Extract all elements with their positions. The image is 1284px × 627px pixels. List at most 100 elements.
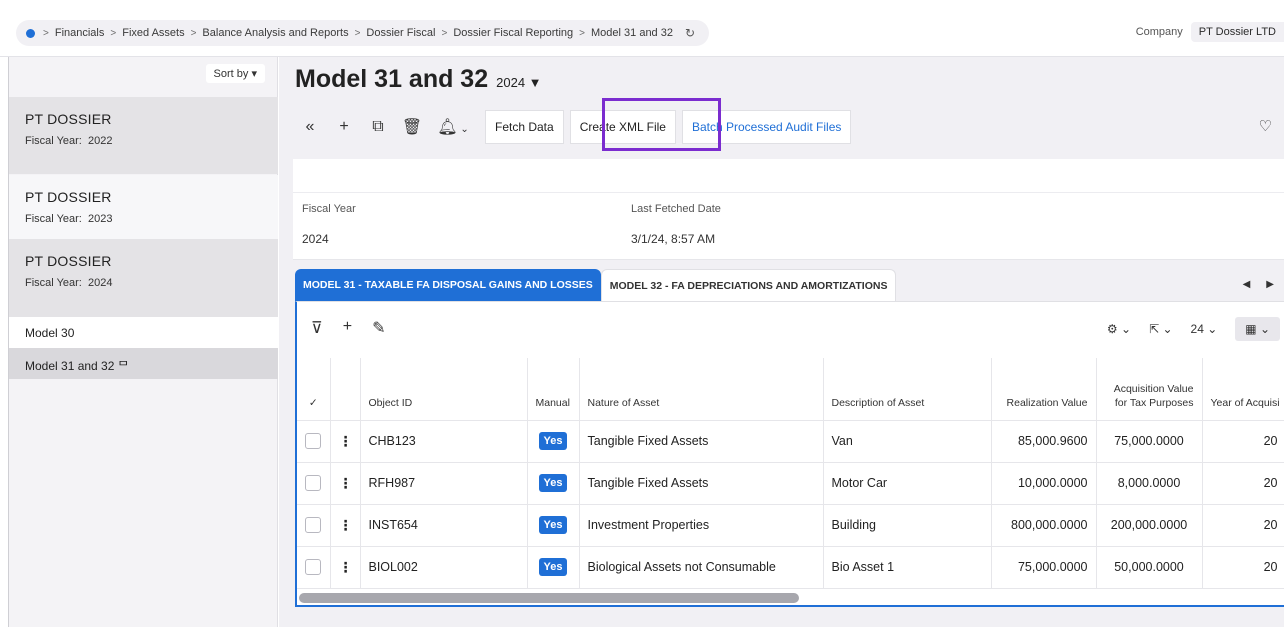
sort-by-button[interactable]: Sort by ▾ [205, 64, 265, 83]
assets-table: ✓ Object ID Manual Nature of Asset Descr… [297, 358, 1284, 589]
record-fiscal-year: Fiscal Year: 2023 [25, 213, 278, 225]
cell-manual: Yes [527, 420, 580, 463]
cell-manual: Yes [527, 546, 580, 589]
fetch-data-button[interactable]: Fetch Data [485, 110, 564, 144]
cell-acquisition: 75,000.0000 [1096, 420, 1203, 463]
row-checkbox[interactable] [297, 546, 331, 589]
table-row[interactable]: ⋮ BIOL002 Yes Biological Assets not Cons… [297, 546, 1284, 589]
column-header-year-of-acquisition[interactable]: Year of Acquisi [1202, 358, 1284, 421]
page-title: Model 31 and 32 2024 ▼ [295, 65, 542, 94]
data-grid: ⊽ + ✎ ⚙ ⌄ ⇱ ⌄ 24 ⌄ ▦ ⌄ ✓ Object ID Manua… [295, 301, 1284, 607]
settings-gear-icon[interactable]: ⚙ ⌄ [1107, 322, 1131, 336]
cell-description: Motor Car [823, 462, 992, 505]
cell-nature: Biological Assets not Consumable [579, 546, 824, 589]
breadcrumb-financials[interactable]: Financials [55, 27, 105, 39]
cell-realization: 85,000.9600 [991, 420, 1097, 463]
duplicate-icon[interactable]: ⧉ [363, 118, 393, 136]
add-row-icon[interactable]: + [343, 318, 352, 338]
checkbox[interactable] [305, 475, 322, 491]
record-name: PT DOSSIER [25, 253, 112, 269]
fiscal-year-value: 2022 [88, 135, 113, 147]
export-icon[interactable]: ⇱ ⌄ [1149, 322, 1172, 336]
add-icon[interactable]: + [329, 118, 359, 136]
column-header-manual[interactable]: Manual [527, 358, 580, 421]
sidebar-record-2022[interactable]: PT DOSSIER Fiscal Year: 2022 [9, 97, 278, 174]
favorite-heart-icon[interactable]: ♡ [1259, 117, 1272, 135]
table-view-icon[interactable]: ▦ ⌄ [1235, 317, 1280, 341]
row-checkbox[interactable] [297, 462, 331, 505]
breadcrumb: > Financials > Fixed Assets > Balance An… [16, 20, 710, 46]
company-selector: Company PT Dossier LTD [1136, 22, 1284, 42]
page-size-selector[interactable]: 24 ⌄ [1191, 322, 1218, 336]
cell-nature: Investment Properties [579, 504, 824, 547]
year-selector[interactable]: 2024 ▼ [496, 75, 541, 90]
cell-year: 20 [1202, 462, 1284, 505]
column-header-nature-of-asset[interactable]: Nature of Asset [579, 358, 824, 421]
tab-scroll-right-icon[interactable]: ▶ [1266, 279, 1274, 290]
tab-model-31[interactable]: MODEL 31 - TAXABLE FA DISPOSAL GAINS AND… [295, 269, 601, 301]
table-row[interactable]: ⋮ RFH987 Yes Tangible Fixed Assets Motor… [297, 462, 1284, 505]
manual-badge: Yes [538, 558, 568, 576]
fiscal-year-label: Fiscal Year: [25, 135, 82, 147]
sidebar-record-2024[interactable]: PT DOSSIER Fiscal Year: 2024 [9, 239, 278, 317]
breadcrumb-fixed-assets[interactable]: Fixed Assets [122, 27, 184, 39]
fiscal-year-label: Fiscal Year [302, 203, 356, 215]
collapse-left-icon[interactable]: « [295, 118, 325, 136]
cell-realization: 10,000.0000 [991, 462, 1097, 505]
last-fetched-value: 3/1/24, 8:57 AM [631, 232, 716, 246]
filter-icon[interactable]: ⊽ [311, 318, 323, 338]
row-checkbox[interactable] [297, 504, 331, 547]
cell-year: 20 [1202, 504, 1284, 547]
checkbox[interactable] [305, 517, 322, 533]
cell-acquisition: 8,000.0000 [1096, 462, 1203, 505]
acquisition-header-line-1: Acquisition Value [1113, 382, 1194, 395]
refresh-icon[interactable]: ↻ [685, 26, 695, 40]
row-menu-icon[interactable]: ⋮ [330, 504, 361, 547]
row-menu-icon[interactable]: ⋮ [330, 420, 361, 463]
tab-model-32[interactable]: MODEL 32 - FA DEPRECIATIONS AND AMORTIZA… [600, 269, 897, 301]
grid-options: ⚙ ⌄ ⇱ ⌄ 24 ⌄ ▦ ⌄ [1107, 317, 1280, 341]
manual-badge: Yes [538, 432, 568, 450]
table-row[interactable]: ⋮ CHB123 Yes Tangible Fixed Assets Van 8… [297, 420, 1284, 463]
fiscal-year-label: Fiscal Year: [25, 277, 82, 289]
company-value[interactable]: PT Dossier LTD [1190, 22, 1284, 42]
breadcrumb-balance-analysis[interactable]: Balance Analysis and Reports [202, 27, 348, 39]
table-row[interactable]: ⋮ INST654 Yes Investment Properties Buil… [297, 504, 1284, 547]
record-fiscal-year: Fiscal Year: 2024 [25, 277, 278, 289]
checkbox[interactable] [305, 433, 322, 449]
checkbox[interactable] [305, 559, 322, 575]
highlight-box [602, 98, 721, 151]
acquisition-header-line-2: for Tax Purposes [1114, 396, 1194, 409]
row-menu-header [330, 358, 361, 421]
breadcrumb-dossier-fiscal[interactable]: Dossier Fiscal [366, 27, 435, 39]
cell-object-id: BIOL002 [360, 546, 528, 589]
column-header-description[interactable]: Description of Asset [823, 358, 992, 421]
caret-down-icon: ▾ [251, 68, 257, 80]
cell-description: Van [823, 420, 992, 463]
tab-scroll-left-icon[interactable]: ◀ [1243, 279, 1251, 290]
row-menu-icon[interactable]: ⋮ [330, 462, 361, 505]
row-menu-icon[interactable]: ⋮ [330, 546, 361, 589]
fiscal-year-value: 2024 [88, 277, 113, 289]
page-title-text: Model 31 and 32 [295, 65, 489, 93]
cell-nature: Tangible Fixed Assets [579, 462, 824, 505]
cell-object-id: CHB123 [360, 420, 528, 463]
record-name: PT DOSSIER [25, 189, 112, 205]
page-size-value: 24 [1190, 322, 1204, 336]
row-checkbox[interactable] [297, 420, 331, 463]
sidebar-item-model-31-and-32[interactable]: Model 31 and 32 ᄆ [9, 348, 278, 379]
record-name: PT DOSSIER [25, 111, 112, 127]
fiscal-year-value: 2023 [88, 213, 113, 225]
select-all-header[interactable]: ✓ [297, 358, 331, 421]
column-header-acquisition-value[interactable]: Acquisition Value for Tax Purposes [1096, 358, 1203, 421]
caret-down-icon: ▼ [528, 75, 542, 90]
home-dot-icon[interactable] [26, 28, 35, 38]
column-header-realization-value[interactable]: Realization Value [991, 358, 1097, 421]
column-header-object-id[interactable]: Object ID [360, 358, 528, 421]
delete-icon[interactable]: 🗑 [397, 117, 427, 137]
breadcrumb-dossier-fiscal-reporting[interactable]: Dossier Fiscal Reporting [453, 27, 573, 39]
notification-bell-icon[interactable]: 🔔︎ ⌄ [431, 117, 475, 137]
edit-pencil-icon[interactable]: ✎ [372, 318, 385, 338]
horizontal-scrollbar[interactable] [299, 593, 799, 603]
sidebar-item-model-30[interactable]: Model 30 [9, 317, 278, 348]
